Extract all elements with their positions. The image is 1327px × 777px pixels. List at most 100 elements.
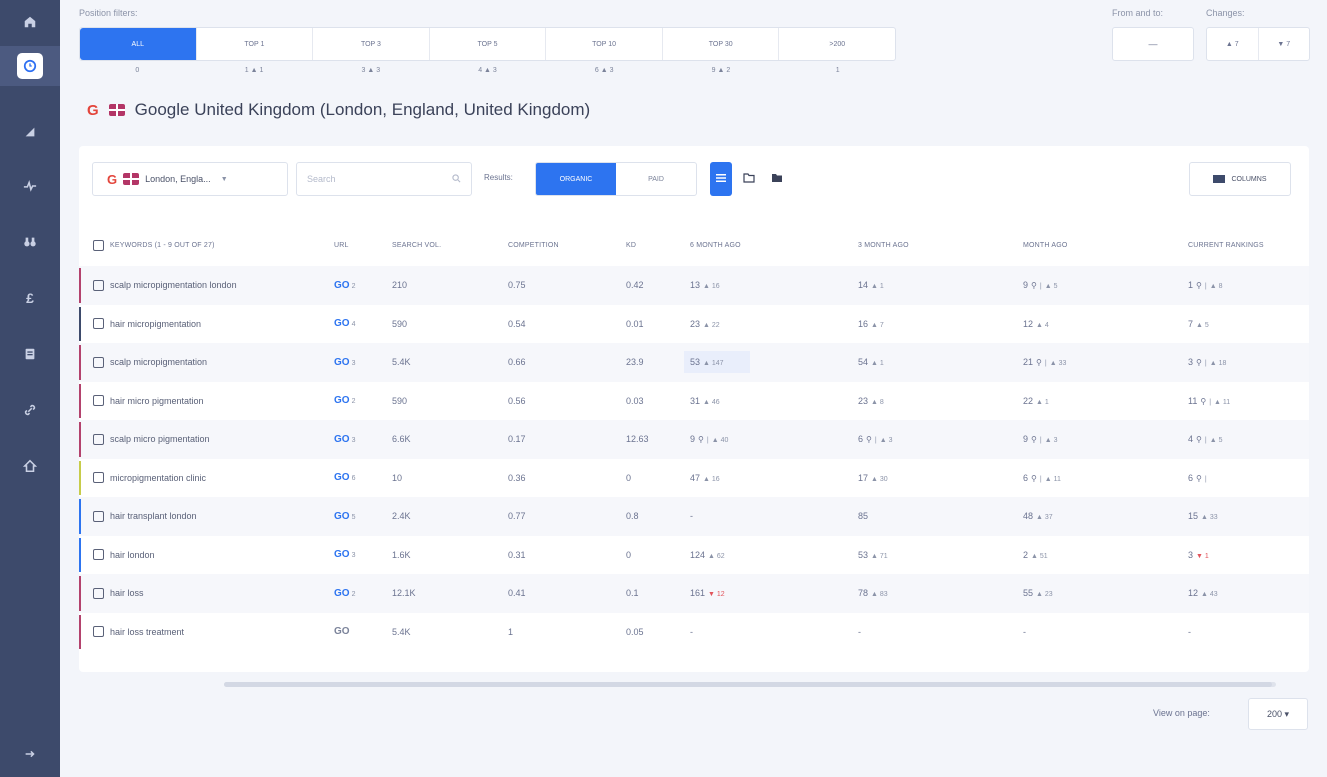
row-checkbox[interactable] xyxy=(93,510,104,522)
table-row[interactable]: hair micropigmentation GO 4 590 0.54 0.01 23 ▲ … xyxy=(79,305,1309,344)
row-checkbox[interactable] xyxy=(93,433,104,445)
organic-button[interactable]: ORGANIC xyxy=(536,163,616,195)
list-view-button[interactable] xyxy=(710,162,732,196)
position-value: - xyxy=(690,626,693,637)
pin-icon: ⚲ xyxy=(1196,281,1202,291)
sidebar-item-costs[interactable]: £ xyxy=(0,278,60,318)
col-competition[interactable]: COMPETITION xyxy=(508,242,626,249)
sidebar-item-home[interactable] xyxy=(0,2,60,42)
sidebar-item-analytics[interactable] xyxy=(0,112,60,152)
link-icon[interactable]: GO xyxy=(334,280,350,291)
keyword-text: scalp micropigmentation london xyxy=(110,280,237,291)
position-value: 55 xyxy=(1023,588,1034,599)
link-icon[interactable]: GO xyxy=(334,626,350,637)
divider: | xyxy=(1039,283,1042,291)
folder-view-button[interactable] xyxy=(738,162,760,196)
link-icon[interactable]: GO xyxy=(334,511,350,522)
group-view-button[interactable] xyxy=(766,162,788,196)
sidebar-item-competitors[interactable] xyxy=(0,222,60,262)
col-url[interactable]: URL xyxy=(334,242,392,249)
row-checkbox[interactable] xyxy=(93,626,104,638)
row-checkbox[interactable] xyxy=(93,356,104,368)
col-month[interactable]: MONTH AGO xyxy=(1023,242,1188,249)
sidebar-item-rankings[interactable] xyxy=(0,46,60,86)
table-row[interactable]: hair micro pigmentation GO 2 590 0.56 0.03 31 ▲… xyxy=(79,382,1309,421)
url-cell[interactable]: GO 3 xyxy=(334,549,392,560)
three-month-cell: 53 ▲ 71 xyxy=(858,550,1023,560)
row-checkbox[interactable] xyxy=(93,318,104,330)
filter-all[interactable]: ALL xyxy=(80,28,197,60)
report-icon xyxy=(17,341,43,367)
link-icon[interactable]: GO xyxy=(334,588,350,599)
row-checkbox[interactable] xyxy=(93,587,104,599)
row-checkbox[interactable] xyxy=(93,395,104,407)
url-cell[interactable]: GO 4 xyxy=(334,318,392,329)
sidebar-item-activity[interactable] xyxy=(0,166,60,206)
filter-top-30[interactable]: TOP 30 xyxy=(663,28,780,60)
table-row[interactable]: scalp micropigmentation GO 3 5.4K 0.66 23.9 53… xyxy=(79,343,1309,382)
col-3-month[interactable]: 3 MONTH AGO xyxy=(858,242,1023,249)
row-checkbox[interactable] xyxy=(93,549,104,561)
location-select[interactable]: G London, Engla... ▼ xyxy=(92,162,288,196)
col-kd[interactable]: KD xyxy=(626,242,688,249)
position-value: 13 xyxy=(690,280,701,291)
position-value: 3 xyxy=(1188,549,1194,560)
url-cell[interactable]: GO xyxy=(334,626,392,637)
current-cell: 12 ▲ 43 xyxy=(1188,588,1309,598)
search-input[interactable]: Search xyxy=(296,162,472,196)
col-current[interactable]: CURRENT RANKINGS xyxy=(1188,242,1309,249)
table-row[interactable]: hair loss GO 2 12.1K 0.41 0.1 161 ▼ 12 78 ▲ 83 55 ▲… xyxy=(79,574,1309,613)
table-row[interactable]: hair transplant london GO 5 2.4K 0.77 0.8-85 4… xyxy=(79,497,1309,536)
url-cell[interactable]: GO 6 xyxy=(334,472,392,483)
filter-top-10[interactable]: TOP 10 xyxy=(546,28,663,60)
keyword-cell: hair micropigmentation xyxy=(79,318,334,330)
search-vol-cell: 10 xyxy=(392,472,403,483)
scrollbar-thumb[interactable] xyxy=(224,682,1272,687)
sidebar-item-reports[interactable] xyxy=(0,334,60,374)
link-icon[interactable]: GO xyxy=(334,549,350,560)
kd-cell: 0.1 xyxy=(626,588,639,599)
month-cell: 21 ⚲ | ▲ 33 xyxy=(1023,357,1188,367)
page-size-select[interactable]: 200 ▾ xyxy=(1248,698,1308,730)
row-checkbox[interactable] xyxy=(93,472,104,484)
url-cell[interactable]: GO 5 xyxy=(334,511,392,522)
link-icon[interactable]: GO xyxy=(334,318,350,329)
link-icon[interactable]: GO xyxy=(334,472,350,483)
link-icon[interactable]: GO xyxy=(334,395,350,406)
kd-cell: 0 xyxy=(626,472,632,483)
row-checkbox[interactable] xyxy=(93,279,104,291)
filter-top-3[interactable]: TOP 3 xyxy=(313,28,430,60)
sidebar-item-sites[interactable] xyxy=(0,446,60,486)
table-row[interactable]: micropigmentation clinic GO 6 10 0.36 0 47 ▲ 16… xyxy=(79,459,1309,498)
table-row[interactable]: hair london GO 3 1.6K 0.31 0 124 ▲ 62 53 ▲ 71 2 ▲ 5… xyxy=(79,536,1309,575)
search-engine-heading: G Google United Kingdom (London, England… xyxy=(87,100,590,120)
changes-up-button[interactable]: ▲ 7 xyxy=(1207,28,1259,60)
sidebar-item-links[interactable] xyxy=(0,390,60,430)
col-search-vol[interactable]: SEARCH VOL. xyxy=(392,242,508,249)
horizontal-scrollbar[interactable] xyxy=(224,682,1276,687)
table-row[interactable]: scalp micropigmentation london GO 2 210 0.75… xyxy=(79,266,1309,305)
columns-button[interactable]: COLUMNS xyxy=(1189,162,1291,196)
filter-top-5[interactable]: TOP 5 xyxy=(430,28,547,60)
link-icon[interactable]: GO xyxy=(334,434,350,445)
sidebar-expand[interactable] xyxy=(0,734,60,774)
position-change: ▲ 46 xyxy=(703,398,720,406)
keyword-text: micropigmentation clinic xyxy=(110,472,207,483)
table-row[interactable]: scalp micro pigmentation GO 3 6.6K 0.17 12.63… xyxy=(79,420,1309,459)
url-cell[interactable]: GO 2 xyxy=(334,280,392,291)
changes-down-button[interactable]: ▼ 7 xyxy=(1259,28,1310,60)
filter-top-1[interactable]: TOP 1 xyxy=(197,28,314,60)
url-cell[interactable]: GO 2 xyxy=(334,395,392,406)
pin-icon: ⚲ xyxy=(1031,473,1037,483)
from-to-input[interactable]: — xyxy=(1112,27,1194,61)
filter-over-200[interactable]: >200 xyxy=(779,28,895,60)
url-cell[interactable]: GO 2 xyxy=(334,588,392,599)
three-month-cell: - xyxy=(858,627,1023,637)
table-row[interactable]: hair loss treatment GO 5.4K 1 0.05 - - - - xyxy=(79,613,1309,652)
link-icon[interactable]: GO xyxy=(334,357,350,368)
col-6-month[interactable]: 6 MONTH AGO xyxy=(688,242,858,249)
paid-button[interactable]: PAID xyxy=(616,163,696,195)
url-cell[interactable]: GO 3 xyxy=(334,434,392,445)
select-all-checkbox[interactable] xyxy=(93,239,104,251)
url-cell[interactable]: GO 3 xyxy=(334,357,392,368)
